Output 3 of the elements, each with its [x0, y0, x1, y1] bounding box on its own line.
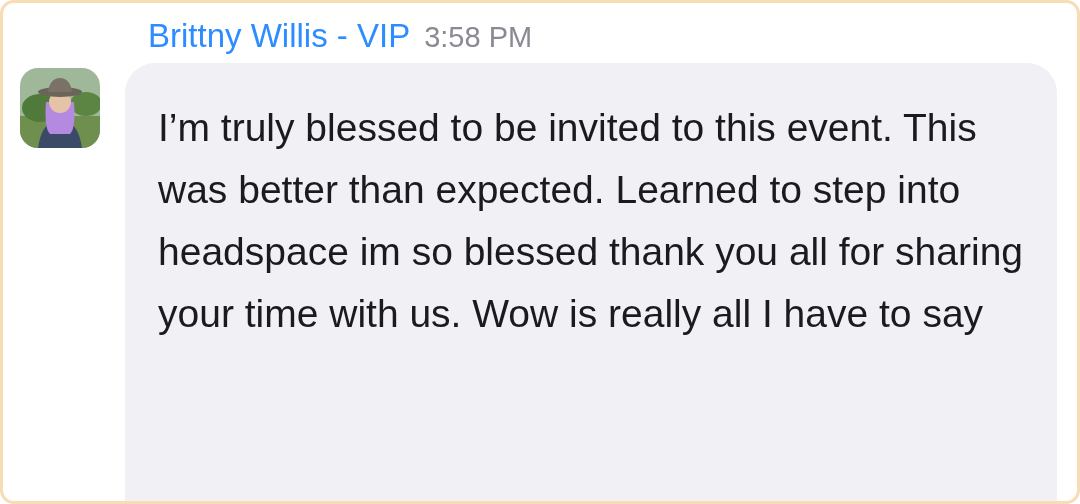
sender-name: Brittny Willis - VIP	[148, 17, 411, 55]
timestamp: 3:58 PM	[424, 21, 533, 54]
message-text: I’m truly blessed to be invited to this event. This was better than expected. Learned to step into headspace im so blessed thank you all for sharing your time with us. Wow is really all I have to say	[158, 105, 1024, 337]
